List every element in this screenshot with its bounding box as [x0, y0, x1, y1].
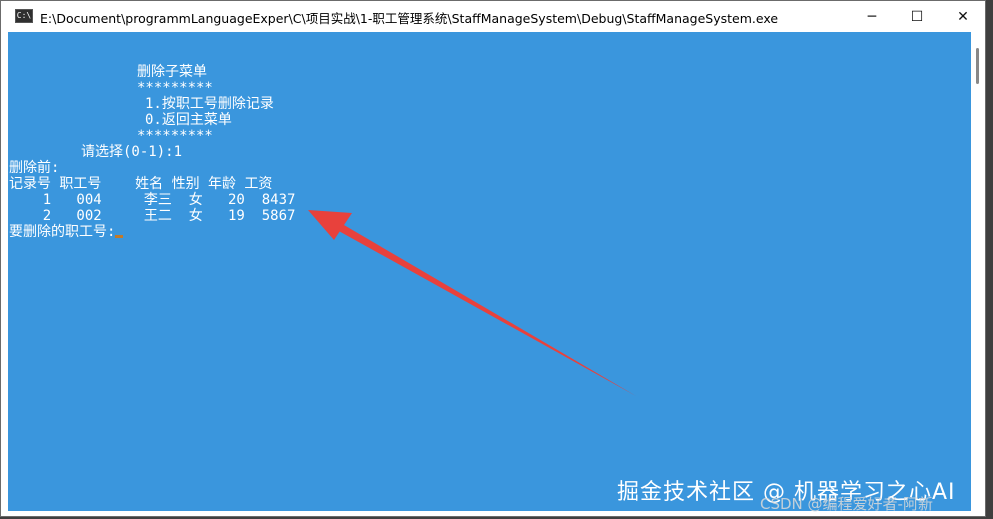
arrow-shaft	[328, 218, 636, 396]
red-arrow-annotation	[308, 210, 636, 396]
watermark-subtext: CSDN @编程爱好者-阿新	[760, 495, 933, 513]
arrow-head	[308, 210, 352, 240]
